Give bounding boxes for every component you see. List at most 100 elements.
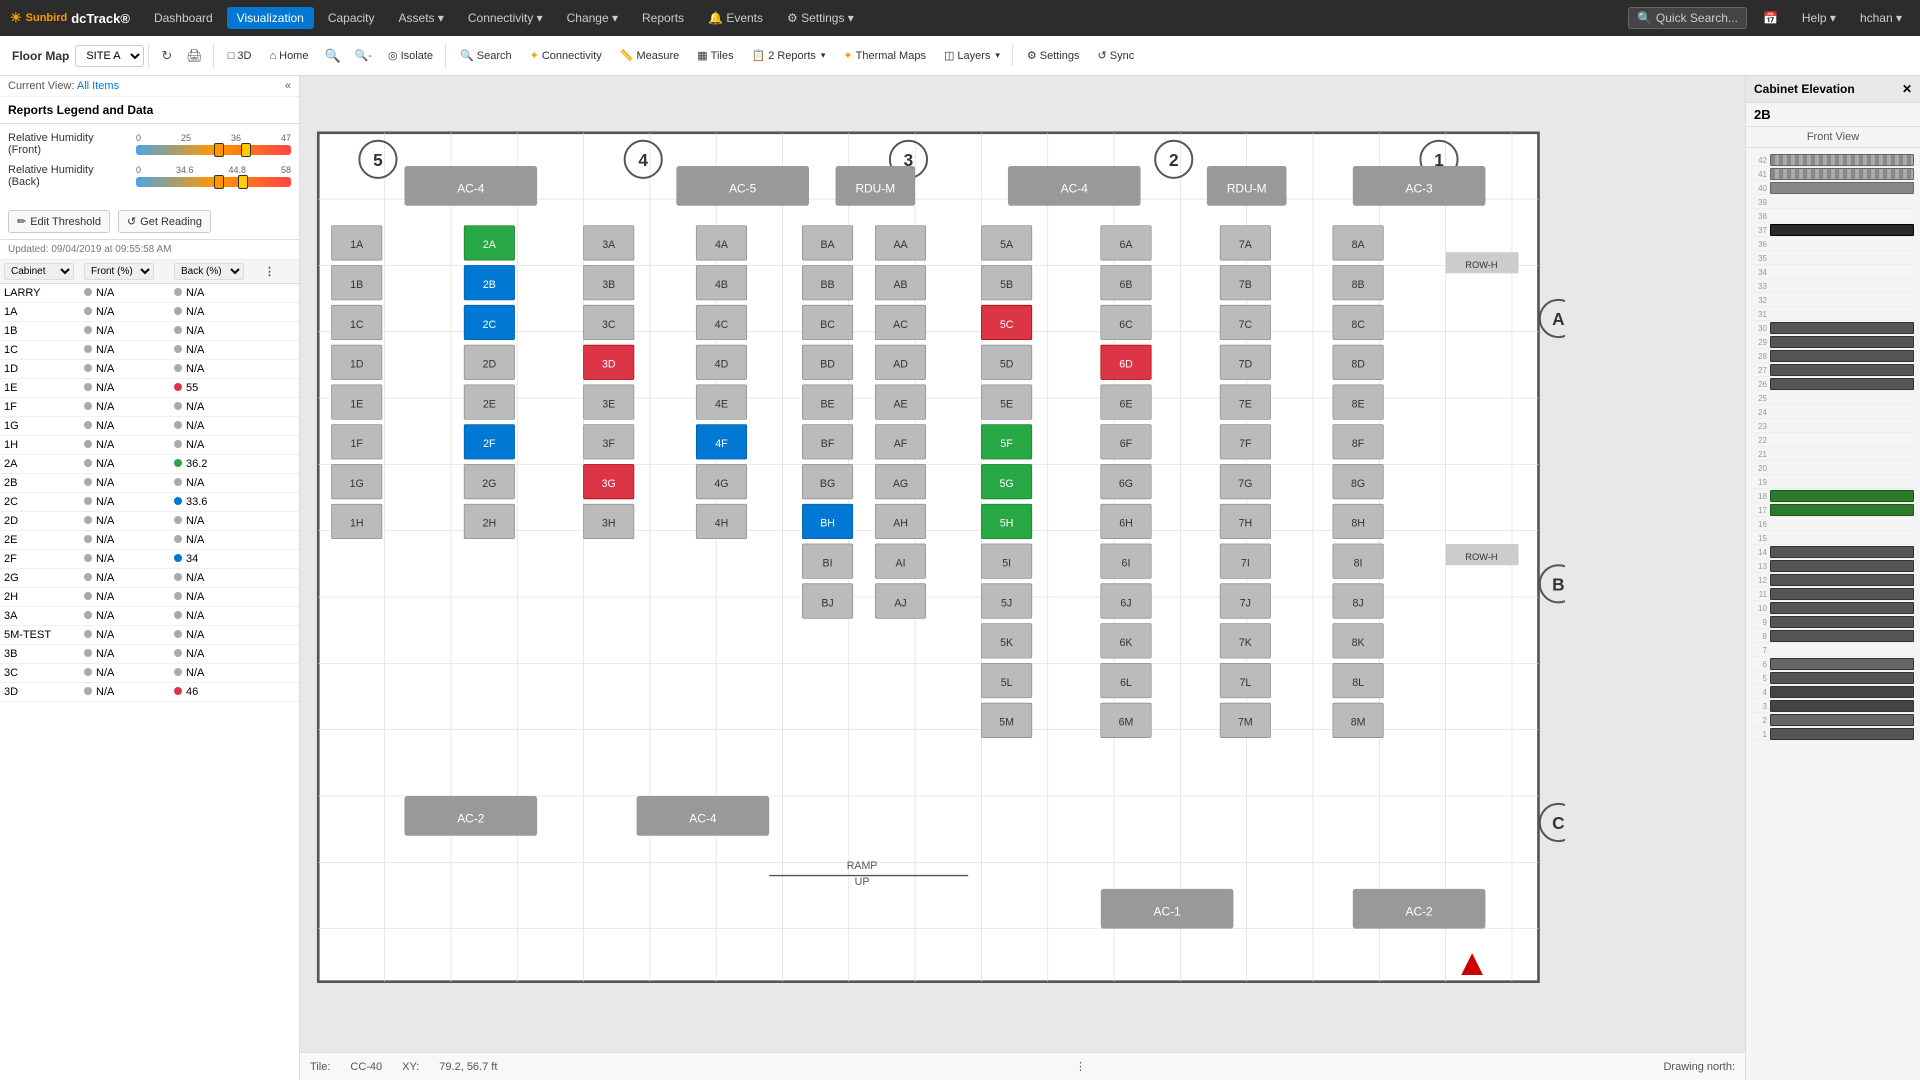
cell-front: N/A: [84, 439, 174, 451]
tiles-button[interactable]: ▦ Tiles: [689, 45, 741, 66]
table-row[interactable]: 2H N/A N/A: [0, 588, 299, 607]
cell-back: N/A: [174, 648, 264, 660]
svg-text:8G: 8G: [1351, 478, 1365, 490]
rack-unit-37: 37: [1752, 224, 1914, 237]
svg-text:5I: 5I: [1002, 558, 1011, 570]
nav-events[interactable]: 🔔 Events: [698, 7, 773, 29]
isolate-icon: ◎: [388, 49, 398, 62]
tiles-icon: ▦: [697, 49, 707, 62]
svg-text:AF: AF: [894, 438, 908, 450]
svg-text:8D: 8D: [1351, 359, 1365, 371]
front-filter-select[interactable]: Front (%): [84, 263, 154, 280]
nav-reports[interactable]: Reports: [632, 7, 694, 29]
rack-unit-20: 20: [1752, 462, 1914, 475]
svg-text:AI: AI: [896, 558, 906, 570]
search-button[interactable]: 🔍 Search: [452, 45, 520, 66]
cabinet-filter-select[interactable]: Cabinet: [4, 263, 74, 280]
back-filter-select[interactable]: Back (%): [174, 263, 244, 280]
table-row[interactable]: 2G N/A N/A: [0, 569, 299, 588]
table-row[interactable]: 1D N/A N/A: [0, 360, 299, 379]
nav-change[interactable]: Change ▾: [557, 7, 628, 29]
svg-text:AC-5: AC-5: [729, 182, 757, 196]
refresh-button[interactable]: ↻: [155, 44, 178, 68]
cell-front: N/A: [84, 306, 174, 318]
svg-text:3F: 3F: [603, 438, 616, 450]
sync-button[interactable]: ↺ Sync: [1090, 45, 1143, 66]
cabinet-table-body: LARRY N/A N/A 1A N/A N/A 1B N/A N/A 1C N…: [0, 284, 299, 1080]
svg-text:2G: 2G: [482, 478, 496, 490]
table-row[interactable]: 1C N/A N/A: [0, 341, 299, 360]
reports-button[interactable]: 📋 2 Reports ▾: [743, 45, 833, 66]
zoom-out-button[interactable]: 🔍-: [349, 45, 378, 66]
user-menu[interactable]: hchan ▾: [1852, 7, 1910, 29]
quick-search-box[interactable]: 🔍 Quick Search...: [1628, 7, 1747, 29]
more-options-icon[interactable]: ⋮: [264, 265, 284, 278]
table-row[interactable]: 3B N/A N/A: [0, 645, 299, 664]
table-row[interactable]: LARRY N/A N/A: [0, 284, 299, 303]
get-reading-button[interactable]: ↺ Get Reading: [118, 210, 211, 233]
svg-text:4E: 4E: [715, 398, 728, 410]
zoom-in-button[interactable]: 🔍: [318, 44, 346, 68]
thermal-icon: ✦: [843, 49, 852, 62]
table-row[interactable]: 2F N/A 34: [0, 550, 299, 569]
svg-text:6I: 6I: [1122, 558, 1131, 570]
more-options[interactable]: ⋮: [1075, 1060, 1086, 1073]
table-row[interactable]: 3D N/A 46: [0, 683, 299, 702]
table-row[interactable]: 2D N/A N/A: [0, 512, 299, 531]
floor-plan-svg[interactable]: 5 4 3 2 1 A B C AC-4 AC-5 RDU-M AC: [305, 91, 1565, 1050]
cell-back: N/A: [174, 325, 264, 337]
measure-button[interactable]: 📏 Measure: [612, 45, 688, 66]
table-row[interactable]: 2E N/A N/A: [0, 531, 299, 550]
svg-text:3A: 3A: [602, 239, 616, 251]
home-icon: ⌂: [269, 50, 276, 62]
cell-back: N/A: [174, 667, 264, 679]
thermal-maps-button[interactable]: ✦ Thermal Maps: [835, 45, 934, 66]
table-row[interactable]: 3C N/A N/A: [0, 664, 299, 683]
nav-connectivity[interactable]: Connectivity ▾: [458, 7, 553, 29]
nav-visualization[interactable]: Visualization: [227, 7, 314, 29]
connectivity-button[interactable]: ✦ Connectivity: [522, 45, 610, 66]
table-row[interactable]: 1F N/A N/A: [0, 398, 299, 417]
table-row[interactable]: 2A N/A 36.2: [0, 455, 299, 474]
table-row[interactable]: 3A N/A N/A: [0, 607, 299, 626]
nav-assets[interactable]: Assets ▾: [389, 7, 454, 29]
table-row[interactable]: 5M-TEST N/A N/A: [0, 626, 299, 645]
nav-settings[interactable]: ⚙ Settings ▾: [777, 7, 864, 29]
cell-front: N/A: [84, 610, 174, 622]
map-area[interactable]: 5 4 3 2 1 A B C AC-4 AC-5 RDU-M AC: [300, 76, 1745, 1080]
layers-button[interactable]: ◫ Layers ▾: [936, 45, 1008, 66]
home-button[interactable]: ⌂ Home: [261, 46, 316, 66]
table-row[interactable]: 1B N/A N/A: [0, 322, 299, 341]
calendar-icon[interactable]: 📅: [1755, 7, 1786, 29]
nav-capacity[interactable]: Capacity: [318, 7, 385, 29]
svg-text:6J: 6J: [1120, 597, 1131, 609]
svg-text:5C: 5C: [1000, 319, 1014, 331]
edit-threshold-button[interactable]: ✏ Edit Threshold: [8, 210, 110, 233]
close-icon[interactable]: ✕: [1902, 82, 1912, 96]
floor-map-label: Floor Map: [12, 49, 69, 63]
help-button[interactable]: Help ▾: [1794, 7, 1844, 29]
all-items-link[interactable]: All Items: [77, 80, 119, 92]
3d-button[interactable]: □ 3D: [220, 46, 260, 66]
table-row[interactable]: 1G N/A N/A: [0, 417, 299, 436]
collapse-panel-button[interactable]: «: [285, 80, 291, 92]
rack-unit-38: 38: [1752, 210, 1914, 223]
table-row[interactable]: 2B N/A N/A: [0, 474, 299, 493]
cell-cabinet: 3C: [4, 667, 84, 679]
table-row[interactable]: 2C N/A 33.6: [0, 493, 299, 512]
table-row[interactable]: 1H N/A N/A: [0, 436, 299, 455]
xy-value: 79.2, 56.7 ft: [439, 1061, 497, 1073]
print-button[interactable]: 🖨: [180, 44, 209, 68]
svg-text:8K: 8K: [1352, 637, 1365, 649]
table-row[interactable]: 1A N/A N/A: [0, 303, 299, 322]
settings-button[interactable]: ⚙ Settings: [1019, 45, 1088, 66]
nav-dashboard[interactable]: Dashboard: [144, 7, 223, 29]
cell-cabinet: 2D: [4, 515, 84, 527]
isolate-button[interactable]: ◎ Isolate: [380, 45, 441, 66]
site-selector[interactable]: SITE A: [75, 45, 144, 67]
rack-unit-10: 10: [1752, 602, 1914, 615]
layers-icon: ◫: [944, 49, 954, 62]
table-row[interactable]: 1E N/A 55: [0, 379, 299, 398]
rack-unit-19: 19: [1752, 476, 1914, 489]
legend-body: Relative Humidity (Front) 0253647 Relati…: [0, 124, 299, 204]
